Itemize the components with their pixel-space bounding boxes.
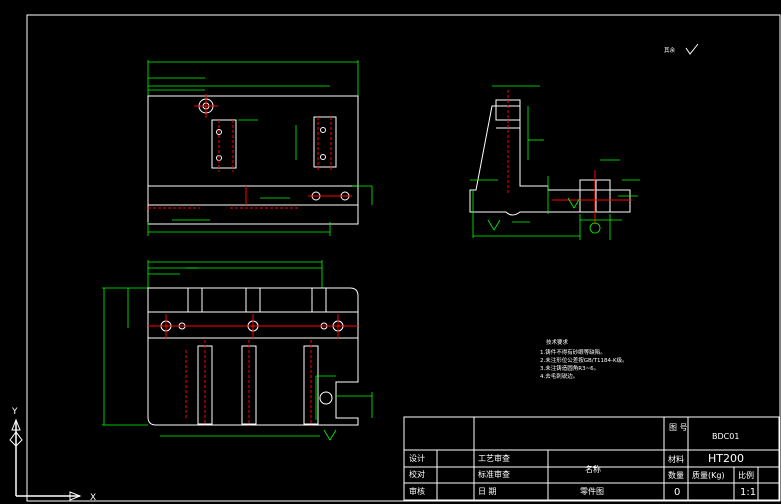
tech-note-1: 1.铸件不得有砂眼等缺陷。 <box>540 348 606 356</box>
front-view <box>147 60 373 236</box>
tech-note-title: 技术要求 <box>546 338 569 346</box>
svg-text:其余: 其余 <box>664 46 676 54</box>
title-block: 图 号 BDC01 设计 校对 审核 工艺审查 标准审查 日 期 名称 零件图 … <box>403 416 780 501</box>
part-label: 零件图 <box>580 486 604 496</box>
reviewer-label: 审核 <box>409 486 425 496</box>
ucs-icon: X Y <box>9 407 96 503</box>
quantity-label: 数量 <box>668 470 684 480</box>
top-view <box>102 260 373 441</box>
quantity-value: 0 <box>674 487 680 498</box>
tech-note-3: 3.未注铸造圆角R3~6。 <box>540 364 599 372</box>
drawing-code: BDC01 <box>712 432 739 441</box>
standard-label: 标准审查 <box>478 469 510 479</box>
process-label: 工艺审查 <box>478 453 510 463</box>
date-label: 日 期 <box>478 487 497 496</box>
cad-drawing-canvas[interactable]: 其余 技术要求 1.铸件不得有砂眼等缺陷。 2.未注形位公差按GB/T1184-… <box>0 0 781 504</box>
tech-note-4: 4.去毛刺锐边。 <box>540 372 578 380</box>
designer-label: 设计 <box>409 453 425 463</box>
ucs-y-label: Y <box>11 407 18 417</box>
scale-label: 比例 <box>738 470 754 480</box>
side-view <box>469 85 640 240</box>
material-value: HT200 <box>708 452 744 465</box>
roughness-note: 其余 <box>664 43 699 55</box>
material-label: 材料 <box>668 454 684 464</box>
weight-label: 质量(Kg) <box>692 470 725 480</box>
scale-value: 1:1 <box>740 487 756 498</box>
tech-note-2: 2.未注形位公差按GB/T1184-K级。 <box>540 356 628 364</box>
name-label: 名称 <box>585 464 601 474</box>
technical-notes: 技术要求 1.铸件不得有砂眼等缺陷。 2.未注形位公差按GB/T1184-K级。… <box>540 338 628 380</box>
checker-label: 校对 <box>409 469 425 479</box>
figure-no-label: 图 号 <box>669 423 688 432</box>
ucs-x-label: X <box>90 493 96 503</box>
